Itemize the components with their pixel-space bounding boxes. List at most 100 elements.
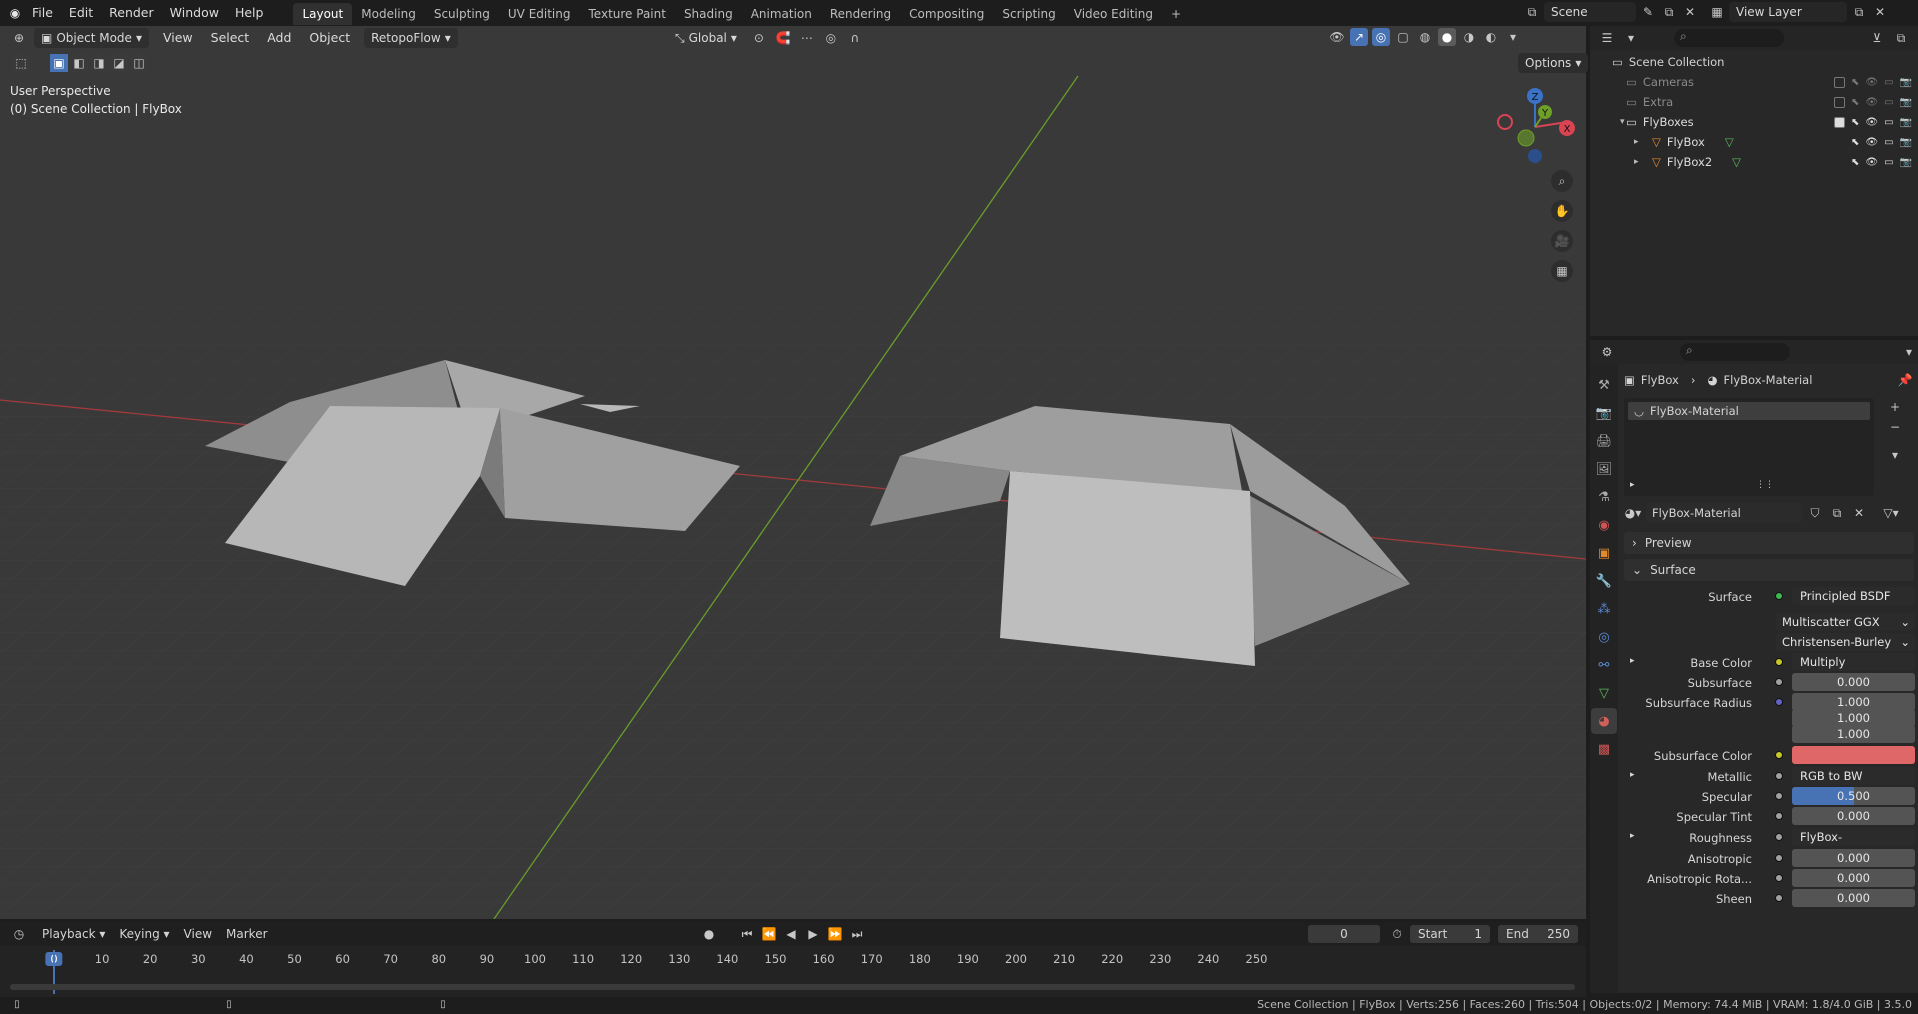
- remove-slot-icon[interactable]: −: [1886, 418, 1904, 436]
- pin-icon[interactable]: ✎: [1639, 3, 1657, 21]
- jump-start-icon[interactable]: ⏮: [738, 925, 756, 943]
- linked-node-field[interactable]: FlyBox-Roughness2-2...: [1792, 828, 1915, 862]
- color-swatch[interactable]: [1792, 746, 1915, 764]
- new-scene-icon[interactable]: ⧉: [1660, 3, 1678, 21]
- snap-target-icon[interactable]: ⋯: [798, 29, 816, 47]
- socket-icon[interactable]: [1775, 812, 1783, 820]
- world-tab-icon[interactable]: ◉: [1591, 512, 1617, 538]
- options-button[interactable]: Options ▾: [1518, 53, 1589, 73]
- exclude-checkbox[interactable]: [1834, 76, 1845, 88]
- transform-orientation-dropdown[interactable]: ⤡ Global ▾: [668, 28, 744, 48]
- add-slot-icon[interactable]: +: [1886, 398, 1904, 416]
- select-icon[interactable]: ⬉: [1851, 137, 1859, 148]
- workspace-tab-animation[interactable]: Animation: [742, 3, 821, 25]
- socket-icon[interactable]: [1775, 592, 1783, 600]
- material-shading-icon[interactable]: ◑: [1460, 28, 1478, 46]
- pin-icon[interactable]: 📌: [1896, 371, 1914, 389]
- timeline-editor-icon[interactable]: ◷: [10, 925, 28, 943]
- number-field[interactable]: 0.000: [1792, 673, 1915, 691]
- expand-arrow-icon[interactable]: ▾: [1620, 117, 1625, 127]
- timeline-menu-view[interactable]: View: [180, 927, 216, 941]
- add-workspace-button[interactable]: +: [1162, 3, 1190, 25]
- 3d-viewport[interactable]: [0, 26, 1586, 919]
- workspace-tab-scripting[interactable]: Scripting: [993, 3, 1064, 25]
- view-layer-selector[interactable]: View Layer: [1729, 2, 1847, 22]
- viewport-menu-add[interactable]: Add: [259, 28, 299, 48]
- play-icon[interactable]: ▶: [804, 925, 822, 943]
- outliner-item-extra[interactable]: ▭ Extra ⬉ 👁 ▭ 📷: [1590, 92, 1918, 112]
- dropdown-field[interactable]: Christensen-Burley ⌄: [1776, 633, 1915, 651]
- eye-icon[interactable]: 👁: [1865, 137, 1878, 148]
- scene-icon[interactable]: ⧉: [1523, 3, 1541, 21]
- gizmo-neg-y-icon[interactable]: [1517, 129, 1535, 147]
- shading-options-icon[interactable]: ▾: [1504, 28, 1522, 46]
- delete-scene-icon[interactable]: ✕: [1681, 3, 1699, 21]
- ortho-grid-icon[interactable]: ▦: [1551, 260, 1573, 282]
- blender-logo-icon[interactable]: ◉: [6, 4, 24, 22]
- outliner-item-cameras[interactable]: ▭ Cameras ⬉ 👁 ▭ 📷: [1590, 72, 1918, 92]
- viewport-menu-select[interactable]: Select: [203, 28, 258, 48]
- workspace-tab-sculpting[interactable]: Sculpting: [425, 3, 499, 25]
- jump-end-icon[interactable]: ⏭: [848, 925, 866, 943]
- outliner-item-flybox[interactable]: ▸ ▽ FlyBox ▽ ⬉ 👁 ▭ 📷: [1590, 132, 1918, 152]
- menu-help[interactable]: Help: [227, 0, 272, 26]
- proportional-editing-icon[interactable]: ◎: [822, 29, 840, 47]
- camera-view-icon[interactable]: 🎥: [1551, 230, 1573, 252]
- number-field[interactable]: 0.000: [1792, 849, 1915, 867]
- properties-editor-icon[interactable]: ⚙: [1598, 343, 1616, 361]
- mesh-data-icon[interactable]: ▽: [1725, 135, 1734, 149]
- view-layer-tab-icon[interactable]: 🖼: [1591, 456, 1617, 482]
- eye-icon[interactable]: 👁: [1865, 77, 1878, 88]
- slot-item[interactable]: ◡ FlyBox-Material: [1628, 402, 1870, 420]
- jump-keyframe-back-icon[interactable]: ⏪: [760, 925, 778, 943]
- duplicate-material-icon[interactable]: ⧉: [1828, 504, 1846, 522]
- camera-icon[interactable]: 📷: [1900, 137, 1912, 148]
- gizmo-toggle-icon[interactable]: ↗: [1350, 28, 1368, 46]
- material-name-field[interactable]: FlyBox-Material: [1646, 503, 1802, 523]
- number-field[interactable]: 0.000: [1792, 807, 1915, 825]
- socket-icon[interactable]: [1775, 772, 1783, 780]
- number-field[interactable]: 0.000: [1792, 889, 1915, 907]
- socket-icon[interactable]: [1775, 874, 1783, 882]
- timeline-menu-marker[interactable]: Marker: [222, 927, 271, 941]
- socket-icon[interactable]: [1775, 894, 1783, 902]
- timeline-scrollbar[interactable]: [10, 984, 1575, 990]
- preview-panel-header[interactable]: › Preview: [1624, 532, 1914, 554]
- slot-expand-icon[interactable]: ▸: [1630, 480, 1635, 490]
- output-tab-icon[interactable]: 🖨: [1591, 428, 1617, 454]
- viewport-icon[interactable]: ▭: [1884, 117, 1893, 128]
- workspace-tab-compositing[interactable]: Compositing: [900, 3, 993, 25]
- solid-shading-icon[interactable]: ●: [1438, 28, 1456, 46]
- preview-range-icon[interactable]: ⏱: [1388, 925, 1406, 943]
- workspace-tab-uv-editing[interactable]: UV Editing: [499, 3, 580, 25]
- auto-keying-icon[interactable]: ●: [700, 925, 718, 943]
- render-tab-icon[interactable]: 📷: [1591, 400, 1617, 426]
- zoom-icon[interactable]: ⌕: [1551, 170, 1573, 192]
- end-frame-field[interactable]: End 250: [1498, 925, 1578, 943]
- outliner-item-flybox2[interactable]: ▸ ▽ FlyBox2 ▽ ⬉ 👁 ▭ 📷: [1590, 152, 1918, 172]
- unlink-material-icon[interactable]: ✕: [1850, 504, 1868, 522]
- outliner-root[interactable]: ▭ Scene Collection: [1590, 52, 1918, 72]
- select-new-icon[interactable]: ▣: [50, 54, 68, 72]
- jump-keyframe-forward-icon[interactable]: ⏩: [826, 925, 844, 943]
- linked-node-field[interactable]: Multiply: [1792, 653, 1915, 671]
- gizmo-neg-x-icon[interactable]: [1497, 114, 1513, 130]
- view-layer-icon[interactable]: ▦: [1708, 3, 1726, 21]
- workspace-tab-video-editing[interactable]: Video Editing: [1065, 3, 1162, 25]
- dropdown-field[interactable]: Multiscatter GGX ⌄: [1776, 613, 1915, 631]
- outliner-search[interactable]: ⌕: [1674, 29, 1784, 47]
- new-view-layer-icon[interactable]: ⧉: [1850, 3, 1868, 21]
- select-icon[interactable]: ⬉: [1851, 117, 1859, 128]
- fake-user-icon[interactable]: ⛉: [1806, 504, 1824, 522]
- frame-ruler[interactable]: 0102030405060708090100110120130140150160…: [0, 946, 1586, 972]
- menu-edit[interactable]: Edit: [61, 0, 101, 26]
- viewport-menu-object[interactable]: Object: [301, 28, 358, 48]
- material-tab-icon[interactable]: ◕: [1591, 708, 1617, 734]
- outliner-editor-icon[interactable]: ☰: [1598, 29, 1616, 47]
- pan-hand-icon[interactable]: ✋: [1551, 200, 1573, 222]
- properties-options-icon[interactable]: ▾: [1900, 343, 1918, 361]
- navigation-gizmo[interactable]: Z Y X: [1490, 82, 1580, 172]
- display-mode-icon[interactable]: ▾: [1622, 29, 1640, 47]
- select-subtract-icon[interactable]: ◨: [90, 54, 108, 72]
- exclude-checkbox[interactable]: [1834, 96, 1845, 108]
